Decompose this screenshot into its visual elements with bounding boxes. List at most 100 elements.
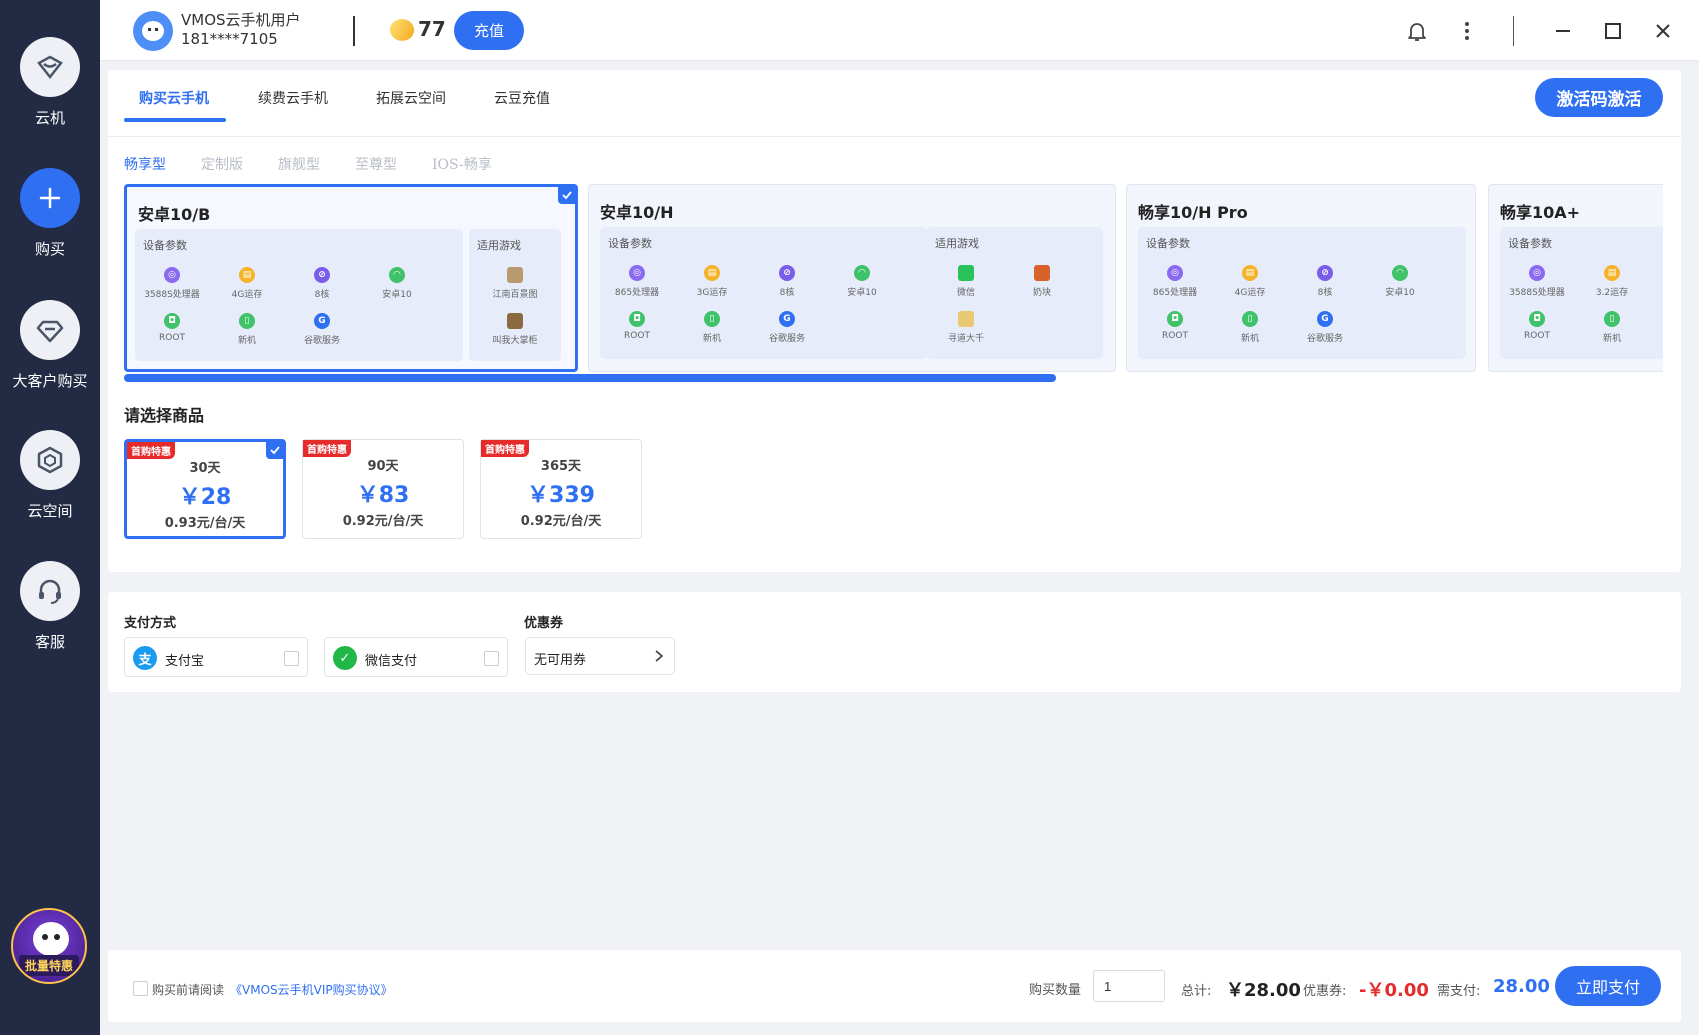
payment-method-title: 支付方式 xyxy=(124,616,177,631)
subtab-standard[interactable]: 畅享型 xyxy=(124,154,166,174)
divider xyxy=(1513,16,1514,46)
spec-box: 设备参数 ◎ 3588S处理器 ▤ 3.2运存 ◘ ROOT ▯ 新机 xyxy=(1500,227,1663,359)
user-phone: 181****7105 xyxy=(181,30,278,48)
tab-buy-cloud-phone[interactable]: 购买云手机 xyxy=(139,88,209,108)
recharge-button[interactable]: 充值 xyxy=(454,11,524,50)
bell-icon[interactable] xyxy=(1404,18,1430,44)
subtab-ios[interactable]: IOS-畅享 xyxy=(432,154,492,174)
promo-bulk-discount[interactable]: 批量特惠 xyxy=(11,908,87,984)
android-icon: ◠ xyxy=(389,267,405,283)
minimize-icon[interactable] xyxy=(1550,18,1576,44)
pay-now-button[interactable]: 立即支付 xyxy=(1555,966,1661,1006)
games-title: 适用游戏 xyxy=(477,239,521,252)
spec-item: ◎ 3588S处理器 xyxy=(137,267,207,300)
sidebar-item-label: 大客户购买 xyxy=(12,372,88,390)
spec-item: ◎ 3588S处理器 xyxy=(1502,265,1572,298)
cube-icon xyxy=(20,430,80,490)
game-icon xyxy=(1034,265,1050,281)
more-vertical-icon[interactable] xyxy=(1454,18,1480,44)
package-days: 30天 xyxy=(189,461,221,476)
memory-icon: ▤ xyxy=(1604,265,1620,281)
spec-item: ▯ 新机 xyxy=(212,313,282,346)
package-days: 365天 xyxy=(540,459,582,474)
cpu-icon: ◎ xyxy=(164,267,180,283)
diamond-icon xyxy=(20,300,80,360)
user-name: VMOS云手机用户 xyxy=(181,11,301,29)
mascot-icon xyxy=(33,922,69,956)
coupon-select[interactable]: 无可用券 xyxy=(525,637,675,675)
product-title: 畅享10/H Pro xyxy=(1138,203,1248,222)
memory-icon: ▤ xyxy=(704,265,720,281)
wechat-checkbox[interactable] xyxy=(484,651,499,666)
cpu-icon: ◎ xyxy=(629,265,645,281)
tab-expand-cloud-space[interactable]: 拓展云空间 xyxy=(376,88,446,108)
maximize-icon[interactable] xyxy=(1600,18,1626,44)
alipay-checkbox[interactable] xyxy=(284,651,299,666)
root-icon: ◘ xyxy=(629,311,645,327)
payment-option-wechat[interactable]: ✓ 微信支付 xyxy=(324,637,508,677)
spec-item: G 谷歌服务 xyxy=(1290,311,1360,344)
quantity-input[interactable] xyxy=(1093,970,1165,1002)
google-icon: G xyxy=(779,311,795,327)
total-label: 总计: xyxy=(1181,984,1212,999)
sidebar-item-enterprise[interactable]: 大客户购买 xyxy=(0,300,100,391)
quantity-label: 购买数量 xyxy=(1029,983,1082,998)
spec-item: ▤ 4G运存 xyxy=(212,267,282,300)
spec-item: ▯ 新机 xyxy=(1577,311,1647,344)
sidebar-item-support[interactable]: 客服 xyxy=(0,561,100,652)
spec-item: ⊘ 8核 xyxy=(1290,265,1360,298)
product-title: 畅享10A+ xyxy=(1500,203,1581,222)
spec-title: 设备参数 xyxy=(1146,237,1190,250)
coupon-value: 无可用券 xyxy=(534,653,587,668)
new-device-icon: ▯ xyxy=(239,313,255,329)
sidebar-item-buy[interactable]: 购买 xyxy=(0,168,100,259)
spec-item: ◠ 安卓10 xyxy=(827,265,897,298)
spec-item: G 谷歌服务 xyxy=(752,311,822,344)
sidebar-item-cloud-space[interactable]: 云空间 xyxy=(0,430,100,521)
payment-option-label: 支付宝 xyxy=(165,654,205,669)
coupon-discount-label: 优惠券: xyxy=(1303,984,1347,999)
spec-item: G 谷歌服务 xyxy=(287,313,357,346)
spec-item: ▯ 新机 xyxy=(1215,311,1285,344)
package-unit-price: 0.92元/台/天 xyxy=(520,514,602,529)
product-card[interactable]: 畅享10/H Pro 设备参数 ◎ 865处理器 ▤ 4G运存 ⊘ 8核 ◠ 安卓10 … xyxy=(1126,184,1476,372)
spec-item: ◘ ROOT xyxy=(1502,311,1572,341)
package-card[interactable]: 首购特惠 90天 ￥83 0.92元/台/天 xyxy=(302,439,464,539)
tab-bean-recharge[interactable]: 云豆充值 xyxy=(494,88,550,108)
game-item: 微信 xyxy=(931,265,1001,298)
package-price: ￥28 xyxy=(178,485,232,510)
agreement-link[interactable]: 《VMOS云手机VIP购买协议》 xyxy=(230,981,393,998)
product-title: 安卓10/B xyxy=(138,205,211,224)
package-unit-price: 0.93元/台/天 xyxy=(164,516,246,531)
subtab-custom[interactable]: 定制版 xyxy=(201,154,243,174)
title-bar: VMOS云手机用户 181****7105 77 充值 xyxy=(100,0,1699,61)
product-card[interactable]: 安卓10/B 设备参数 ◎ 3588S处理器 ▤ 4G运存 ⊘ 8核 ◠ 安卓10 ◘ R… xyxy=(124,184,578,372)
avatar[interactable] xyxy=(133,11,173,51)
cloud-bean-icon xyxy=(386,15,418,45)
spec-item: ◘ ROOT xyxy=(602,311,672,341)
product-card[interactable]: 畅享10A+ 设备参数 ◎ 3588S处理器 ▤ 3.2运存 ◘ ROOT ▯ 新机 xyxy=(1488,184,1663,372)
package-card[interactable]: 首购特惠 365天 ￥339 0.92元/台/天 xyxy=(480,439,642,539)
horizontal-scrollbar[interactable] xyxy=(124,374,1056,382)
product-card[interactable]: 安卓10/H 设备参数 ◎ 865处理器 ▤ 3G运存 ⊘ 8核 ◠ 安卓10 ◘ ROO… xyxy=(588,184,1116,372)
subtab-flagship[interactable]: 旗舰型 xyxy=(278,154,320,174)
chevron-right-icon xyxy=(655,650,664,662)
subtab-supreme[interactable]: 至尊型 xyxy=(355,154,397,174)
alipay-icon: 支 xyxy=(133,646,157,670)
sidebar-item-cloud-phone[interactable]: 云机 xyxy=(0,37,100,128)
wechat-pay-icon: ✓ xyxy=(333,646,357,670)
package-card[interactable]: 首购特惠 30天 ￥28 0.93元/台/天 xyxy=(124,439,286,539)
spec-item: ◠ 安卓10 xyxy=(362,267,432,300)
new-device-icon: ▯ xyxy=(1604,311,1620,327)
payment-option-label: 微信支付 xyxy=(365,654,418,669)
sidebar: 云机 购买 大客户购买 云空间 客服 批量特惠 xyxy=(0,0,100,1035)
android-icon: ◠ xyxy=(854,265,870,281)
tab-renew-cloud-phone[interactable]: 续费云手机 xyxy=(258,88,328,108)
activation-code-button[interactable]: 激活码激活 xyxy=(1535,78,1663,117)
agreement-checkbox[interactable] xyxy=(133,981,148,996)
google-icon: G xyxy=(1317,311,1333,327)
spec-item: ▤ 3.2运存 xyxy=(1577,265,1647,298)
cloud-phone-icon xyxy=(20,37,80,97)
payment-option-alipay[interactable]: 支 支付宝 xyxy=(124,637,308,677)
close-icon[interactable] xyxy=(1650,18,1676,44)
